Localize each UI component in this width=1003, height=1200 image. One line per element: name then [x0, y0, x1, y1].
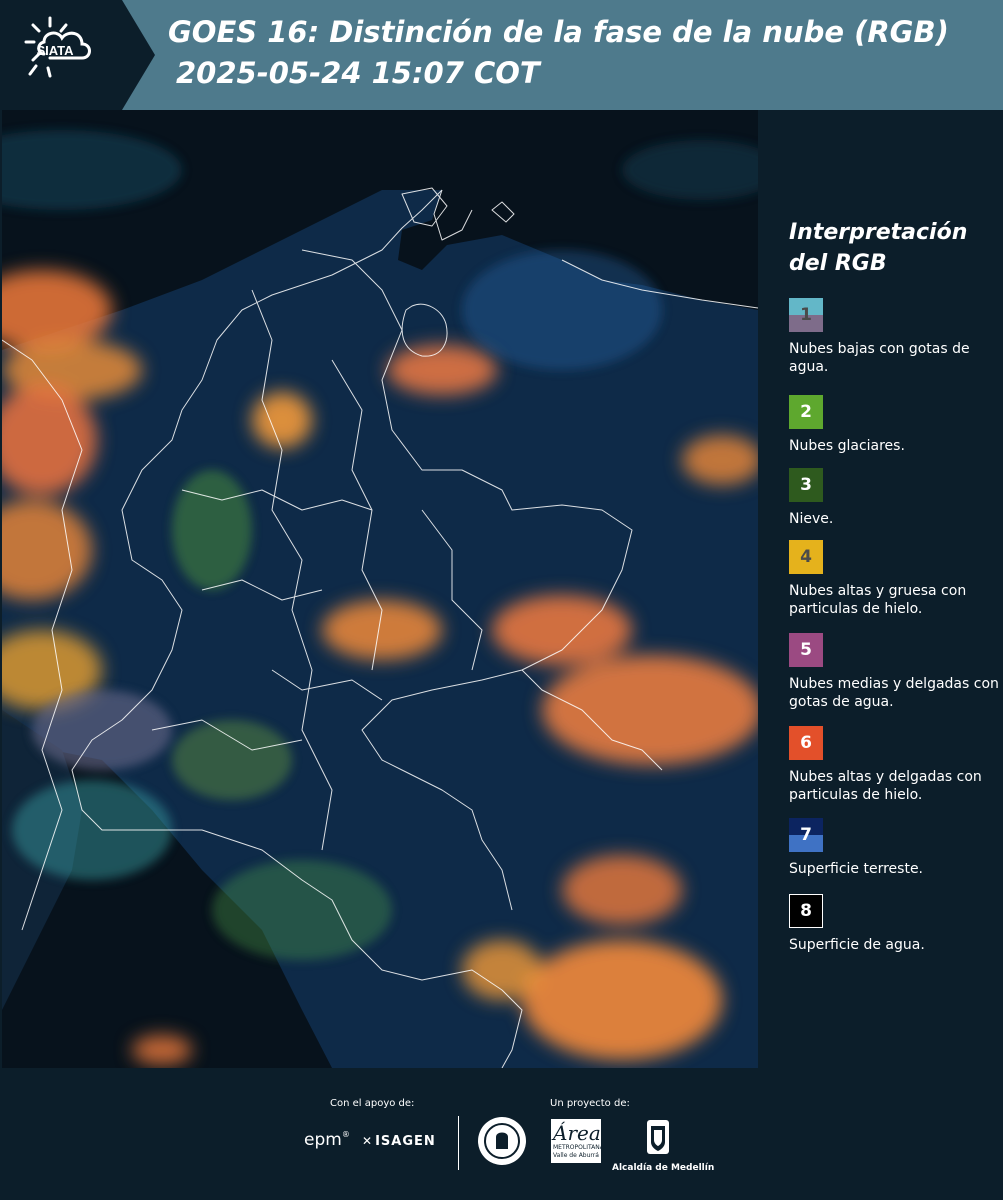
legend-number: 1 [800, 305, 812, 325]
legend-label: Nubes medias y delgadas con gotas de agu… [789, 676, 999, 710]
legend-number: 3 [800, 475, 812, 495]
legend-item-3: 3 Nieve. [789, 468, 999, 528]
legend-item-1: 1 Nubes bajas con gotas de agua. [789, 298, 999, 376]
legend-item-7: 7 Superficie terreste. [789, 818, 999, 878]
cloud-mass [252, 392, 312, 448]
cloud-mass [462, 250, 662, 370]
cloud-mass [172, 720, 292, 800]
footer-divider [458, 1116, 459, 1170]
legend-swatch: 7 [789, 818, 823, 852]
legend-swatch: 5 [789, 633, 823, 667]
medellin-seal-logo [476, 1115, 528, 1171]
siata-logo-text: SIATA [36, 43, 74, 58]
footer: Con el apoyo de: Un proyecto de: epm® ✕ I… [0, 1068, 1003, 1200]
cloud-mass [387, 345, 497, 395]
legend-number: 7 [800, 825, 812, 845]
isagen-logo-text: ISAGEN [375, 1134, 436, 1149]
cloud-mass [462, 940, 542, 1000]
epm-logo: epm® [304, 1130, 350, 1150]
cloud-mass [492, 595, 632, 665]
legend-number: 6 [800, 733, 812, 753]
page-timestamp: 2025-05-24 15:07 COT [176, 56, 540, 90]
legend-label: Nieve. [789, 511, 834, 527]
legend-number: 8 [800, 901, 812, 921]
satellite-map[interactable] [2, 110, 758, 1068]
legend-item-4: 4 Nubes altas y gruesa con particulas de… [789, 540, 999, 618]
cloud-mass [212, 860, 392, 960]
siata-logo: SIATA [0, 0, 155, 110]
legend-number: 4 [800, 547, 812, 567]
legend-swatch: 2 [789, 395, 823, 429]
area-metropolitana-logo: Área METROPOLITANA Valle de Aburrá [551, 1119, 604, 1163]
legend-item-2: 2 Nubes glaciares. [789, 395, 999, 455]
alcaldia-logo-text: Alcaldía de Medellín [612, 1163, 715, 1173]
alcaldia-medellin-logo: Alcaldía de Medellín [612, 1118, 715, 1173]
coat-of-arms-icon [647, 1120, 669, 1154]
legend-swatch: 1 [789, 298, 823, 332]
cloud-mass [132, 1035, 192, 1065]
legend-label: Superficie terreste. [789, 861, 924, 877]
cloud-mass [542, 655, 758, 765]
legend-label: Nubes altas y delgadas con particulas de… [789, 769, 982, 803]
isagen-icon: ✕ [362, 1134, 374, 1148]
legend-swatch: 3 [789, 468, 823, 502]
legend-label: Nubes bajas con gotas de agua. [789, 341, 970, 375]
legend-swatch: 6 [789, 726, 823, 760]
rgb-legend: Interpretación del RGB 1 Nubes bajas con… [758, 110, 1003, 1068]
legend-swatch: 8 [789, 894, 823, 928]
epm-logo-text: epm [304, 1130, 342, 1150]
legend-label: Superficie de agua. [789, 937, 925, 953]
area-logo-title: Área [553, 1121, 601, 1145]
legend-swatch: 4 [789, 540, 823, 574]
legend-item-5: 5 Nubes medias y delgadas con gotas de a… [789, 633, 999, 711]
page-title: GOES 16: Distinción de la fase de la nub… [168, 15, 949, 49]
isagen-logo: ✕ ISAGEN [362, 1134, 436, 1149]
legend-title: Interpretación del RGB [789, 220, 968, 276]
area-logo-line-2: Valle de Aburrá [553, 1152, 599, 1159]
cloud-mass [32, 690, 172, 770]
cloud-mass [522, 940, 722, 1060]
header-banner: SIATA GOES 16: Distinción de la fase de … [0, 0, 1003, 110]
project-caption: Un proyecto de: [550, 1098, 630, 1109]
legend-item-6: 6 Nubes altas y delgadas con particulas … [789, 726, 999, 804]
cloud-mass [562, 855, 682, 925]
legend-label: Nubes altas y gruesa con particulas de h… [789, 583, 967, 617]
legend-label: Nubes glaciares. [789, 438, 905, 454]
legend-number: 2 [800, 402, 812, 422]
legend-item-8: 8 Superficie de agua. [789, 894, 999, 954]
area-logo-line-1: METROPOLITANA [553, 1144, 604, 1151]
cloud-mass [172, 470, 252, 590]
support-caption: Con el apoyo de: [330, 1098, 415, 1109]
legend-number: 5 [800, 640, 812, 660]
